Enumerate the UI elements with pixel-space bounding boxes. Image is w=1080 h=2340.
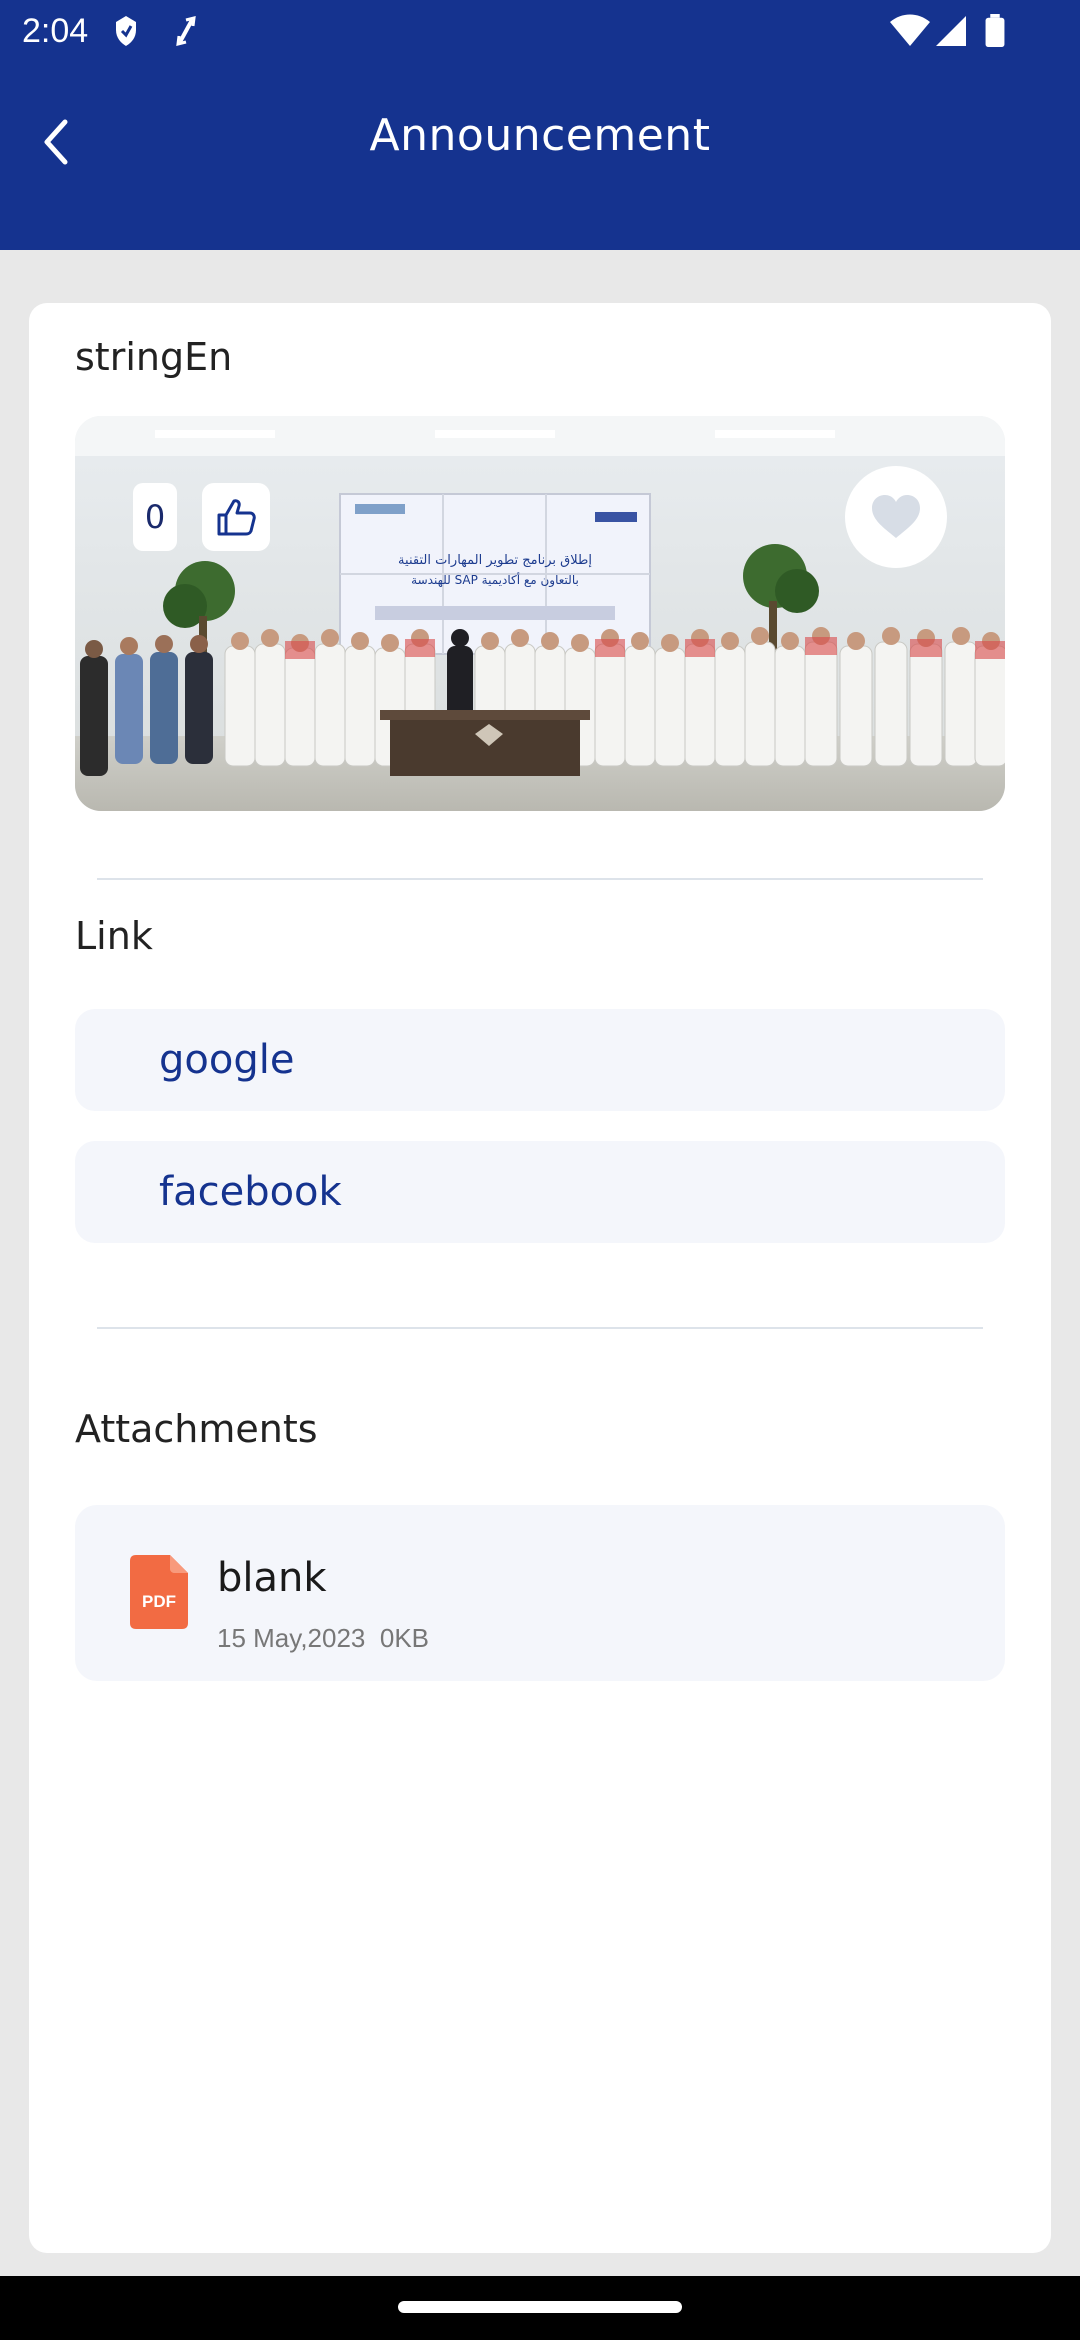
photo-caption-line2: بالتعاون مع أكاديمية SAP للهندسة xyxy=(411,572,579,588)
wifi-icon xyxy=(890,14,930,46)
attachment-meta: 15 May,2023 0KB xyxy=(217,1623,429,1654)
sync-notification-icon xyxy=(176,16,196,46)
heart-icon xyxy=(872,495,920,538)
attachment-size: 0KB xyxy=(379,1623,430,1653)
page-title: Announcement xyxy=(369,110,711,161)
link-item-google[interactable]: google xyxy=(75,1009,1005,1111)
home-gesture-handle[interactable] xyxy=(398,2301,682,2313)
links-heading: Link xyxy=(75,914,153,958)
attachment-item[interactable]: PDF blank 15 May,2023 0KB xyxy=(75,1505,1005,1681)
link-item-facebook[interactable]: facebook xyxy=(75,1141,1005,1243)
announcement-card: stringEn إطلاق برنامج تطوير المهارات الت… xyxy=(29,303,1051,2253)
pdf-file-icon: PDF xyxy=(130,1555,188,1629)
like-button[interactable] xyxy=(202,483,270,551)
signal-icon xyxy=(936,16,966,46)
status-time: 2:04 xyxy=(22,12,89,50)
pdf-label: PDF xyxy=(142,1592,176,1611)
announcement-photo[interactable]: إطلاق برنامج تطوير المهارات التقنية بالت… xyxy=(75,416,1005,811)
divider xyxy=(97,1327,983,1329)
divider xyxy=(97,878,983,880)
app-bar: Announcement xyxy=(0,62,1080,250)
system-nav-bar xyxy=(0,2276,1080,2340)
status-bar: 2:04 xyxy=(0,0,1080,62)
photo-caption-line1: إطلاق برنامج تطوير المهارات التقنية xyxy=(398,553,592,568)
shield-notification-icon xyxy=(116,16,136,46)
attachment-name: blank xyxy=(217,1555,327,1601)
thumbs-up-icon xyxy=(217,499,256,536)
battery-icon xyxy=(985,14,1005,48)
post-author: stringEn xyxy=(75,335,233,379)
favorite-button[interactable] xyxy=(845,466,947,568)
like-count: 0 xyxy=(133,483,177,551)
attachments-heading: Attachments xyxy=(75,1407,318,1451)
attachment-date: 15 May,2023 xyxy=(217,1623,366,1653)
